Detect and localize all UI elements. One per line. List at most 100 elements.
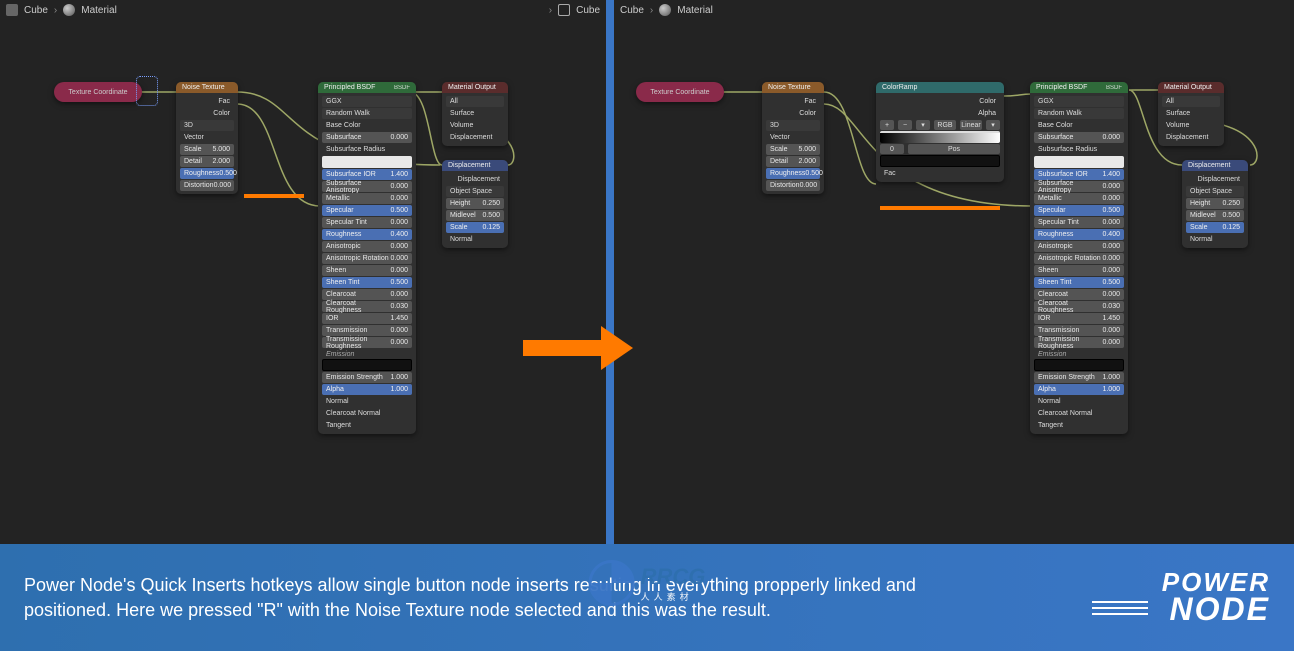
midlevel-field[interactable]: Midlevel0.500 [1186, 210, 1244, 221]
subsurface-color-swatch[interactable] [322, 156, 412, 168]
scale-field[interactable]: Scale5.000 [180, 144, 234, 155]
mode-select[interactable]: RGB [934, 120, 956, 130]
node-canvas-left[interactable]: Texture Coordinate Noise Texture Fac Col… [0, 20, 606, 544]
transmission-field[interactable]: Transmission0.000 [1034, 325, 1124, 336]
distribution-select[interactable]: GGX [1034, 96, 1124, 107]
anisotropic-rotation-field[interactable]: Anisotropic Rotation0.000 [322, 253, 412, 264]
height-field[interactable]: Height0.250 [1186, 198, 1244, 209]
node-header[interactable]: Principled BSDF BSDF [318, 82, 416, 93]
subsurface-ior-field[interactable]: Subsurface IOR1.400 [1034, 169, 1124, 180]
ior-field[interactable]: IOR1.450 [1034, 313, 1124, 324]
metallic-field[interactable]: Metallic0.000 [322, 193, 412, 204]
node-displacement[interactable]: Displacement Displacement Object Space H… [442, 160, 508, 248]
remove-stop-button[interactable]: − [898, 120, 912, 130]
sheen-field[interactable]: Sheen0.000 [1034, 265, 1124, 276]
sheen-tint-field[interactable]: Sheen Tint0.500 [322, 277, 412, 288]
anisotropic-field[interactable]: Anisotropic0.000 [1034, 241, 1124, 252]
transmission-roughness-field[interactable]: Transmission Roughness0.000 [1034, 337, 1124, 348]
breadcrumb-item[interactable]: Material [677, 5, 713, 16]
distortion-field[interactable]: Distortion0.000 [766, 180, 820, 191]
scale-field[interactable]: Scale0.125 [446, 222, 504, 233]
node-header[interactable]: Displacement [1182, 160, 1248, 171]
alpha-field[interactable]: Alpha1.000 [1034, 384, 1124, 395]
specular-tint-field[interactable]: Specular Tint0.000 [322, 217, 412, 228]
node-material-output[interactable]: Material Output All Surface Volume Displ… [442, 82, 508, 146]
node-header[interactable]: Material Output [442, 82, 508, 93]
detail-field[interactable]: Detail2.000 [180, 156, 234, 167]
space-select[interactable]: Object Space [446, 186, 504, 197]
node-principled-bsdf[interactable]: Principled BSDF BSDF GGXRandom WalkBase … [318, 82, 416, 434]
alpha-field[interactable]: Alpha1.000 [322, 384, 412, 395]
node-texture-coordinate[interactable]: Texture Coordinate [54, 82, 142, 102]
dimension-select[interactable]: 3D [766, 120, 820, 131]
roughness-field[interactable]: Roughness0.500 [766, 168, 820, 179]
node-canvas-right[interactable]: Texture Coordinate Noise Texture Fac Col… [614, 20, 1294, 544]
dimension-select[interactable]: 3D [180, 120, 234, 131]
dropdown-button[interactable]: ▾ [916, 120, 930, 130]
node-displacement[interactable]: Displacement Displacement Object Space H… [1182, 160, 1248, 248]
breadcrumb-item[interactable]: Cube [24, 5, 48, 16]
subsurface-color-swatch[interactable] [1034, 156, 1124, 168]
target-select[interactable]: All [1162, 96, 1220, 107]
clearcoat-roughness-field[interactable]: Clearcoat Roughness0.030 [1034, 301, 1124, 312]
specular-tint-field[interactable]: Specular Tint0.000 [1034, 217, 1124, 228]
node-material-output[interactable]: Material Output All Surface Volume Displ… [1158, 82, 1224, 146]
dropdown-button[interactable]: ▾ [986, 120, 1000, 130]
detail-field[interactable]: Detail2.000 [766, 156, 820, 167]
node-header[interactable]: Principled BSDF BSDF [1030, 82, 1128, 93]
specular-field[interactable]: Specular0.500 [1034, 205, 1124, 216]
roughness-field[interactable]: Roughness0.500 [180, 168, 234, 179]
roughness-field[interactable]: Roughness0.400 [322, 229, 412, 240]
node-colorramp[interactable]: ColorRamp Color Alpha + − ▾ RGB Linear ▾ [876, 82, 1004, 182]
node-header[interactable]: Material Output [1158, 82, 1224, 93]
transmission-roughness-field[interactable]: Transmission Roughness0.000 [322, 337, 412, 348]
sheen-field[interactable]: Sheen0.000 [322, 265, 412, 276]
scale-field[interactable]: Scale0.125 [1186, 222, 1244, 233]
gradient-bar[interactable] [880, 131, 1000, 143]
stop-index[interactable]: 0 [880, 144, 904, 154]
node-noise-texture[interactable]: Noise Texture Fac Color 3D Vector Scale5… [176, 82, 238, 194]
emission-color-swatch[interactable] [322, 359, 412, 371]
sheen-tint-field[interactable]: Sheen Tint0.500 [1034, 277, 1124, 288]
subsurface-ior-field[interactable]: Subsurface IOR1.400 [322, 169, 412, 180]
scale-field[interactable]: Scale5.000 [766, 144, 820, 155]
stop-color-swatch[interactable] [880, 155, 1000, 167]
space-select[interactable]: Object Space [1186, 186, 1244, 197]
subsurface-method-select[interactable]: Random Walk [322, 108, 412, 119]
node-header[interactable]: Displacement [442, 160, 508, 171]
node-noise-texture[interactable]: Noise Texture Fac Color 3D Vector Scale5… [762, 82, 824, 194]
node-header[interactable]: ColorRamp [876, 82, 1004, 93]
metallic-field[interactable]: Metallic0.000 [1034, 193, 1124, 204]
distortion-field[interactable]: Distortion0.000 [180, 180, 234, 191]
add-stop-button[interactable]: + [880, 120, 894, 130]
subsurface-field[interactable]: Subsurface0.000 [322, 132, 412, 143]
clearcoat-field[interactable]: Clearcoat0.000 [322, 289, 412, 300]
subsurface-anisotropy-field[interactable]: Subsurface Anisotropy0.000 [1034, 181, 1124, 192]
subsurface-field[interactable]: Subsurface0.000 [1034, 132, 1124, 143]
node-header[interactable]: Noise Texture [762, 82, 824, 93]
clearcoat-roughness-field[interactable]: Clearcoat Roughness0.030 [322, 301, 412, 312]
specular-field[interactable]: Specular0.500 [322, 205, 412, 216]
transmission-field[interactable]: Transmission0.000 [322, 325, 412, 336]
subsurface-method-select[interactable]: Random Walk [1034, 108, 1124, 119]
stop-position-field[interactable]: Pos [908, 144, 1000, 154]
node-texture-coordinate[interactable]: Texture Coordinate [636, 82, 724, 102]
anisotropic-field[interactable]: Anisotropic0.000 [322, 241, 412, 252]
emission-strength-field[interactable]: Emission Strength1.000 [1034, 372, 1124, 383]
breadcrumb-item[interactable]: Material [81, 5, 117, 16]
emission-strength-field[interactable]: Emission Strength1.000 [322, 372, 412, 383]
target-select[interactable]: All [446, 96, 504, 107]
height-field[interactable]: Height0.250 [446, 198, 504, 209]
breadcrumb-item[interactable]: Cube [620, 5, 644, 16]
subsurface-anisotropy-field[interactable]: Subsurface Anisotropy0.000 [322, 181, 412, 192]
midlevel-field[interactable]: Midlevel0.500 [446, 210, 504, 221]
roughness-field[interactable]: Roughness0.400 [1034, 229, 1124, 240]
anisotropic-rotation-field[interactable]: Anisotropic Rotation0.000 [1034, 253, 1124, 264]
interp-select[interactable]: Linear [960, 120, 982, 130]
distribution-select[interactable]: GGX [322, 96, 412, 107]
breadcrumb-extra[interactable]: Cube [576, 5, 600, 16]
emission-color-swatch[interactable] [1034, 359, 1124, 371]
clearcoat-field[interactable]: Clearcoat0.000 [1034, 289, 1124, 300]
node-header[interactable]: Noise Texture [176, 82, 238, 93]
ior-field[interactable]: IOR1.450 [322, 313, 412, 324]
